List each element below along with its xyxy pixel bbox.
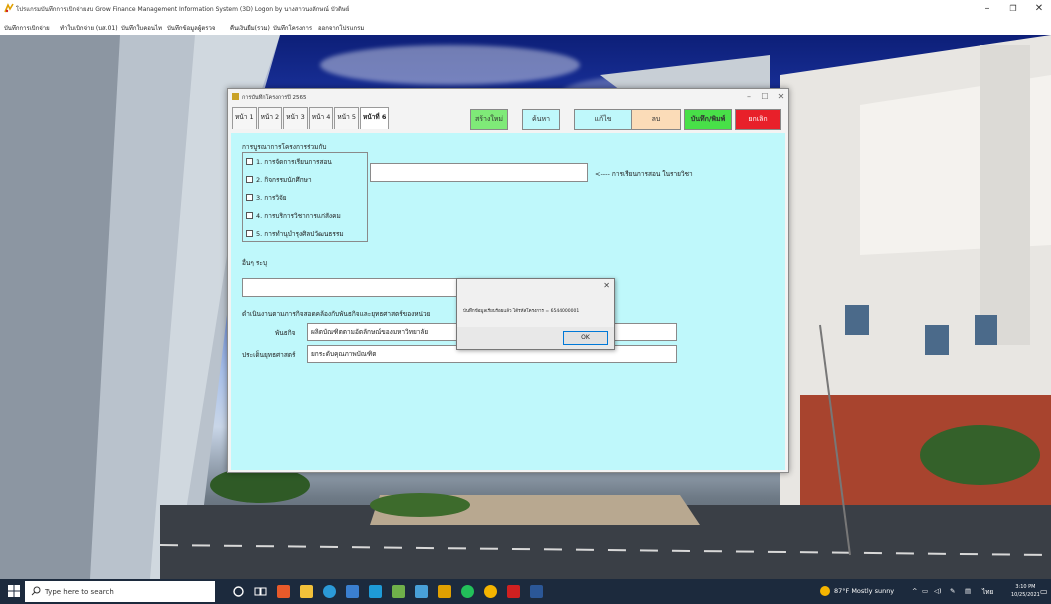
app-menubar: บันทึกการเบิกจ่าย ทำใบเบิกจ่าย (บส.01) บ… (0, 19, 1051, 35)
finance-app-icon[interactable] (438, 585, 451, 598)
menu-item-disbursement[interactable]: บันทึกการเบิกจ่าย (4, 23, 50, 33)
taskbar: Type here to search 87°F Mostly sunny ^ … (0, 579, 1051, 604)
checkbox-label: 3. การวิจัย (256, 194, 287, 202)
tab-page-2[interactable]: หน้า 2 (257, 107, 283, 129)
message-box: ✕ บันทึกข้อมูลเรียบร้อยแล้ว ได้รหัสโครงก… (456, 278, 615, 350)
tray-chevron-icon[interactable]: ^ (912, 587, 917, 595)
integration-checkbox-group: 1. การจัดการเรียนการสอน 2. กิจกรรมนักศึก… (242, 152, 368, 242)
save-print-button[interactable]: บันทึก/พิมพ์ (684, 109, 732, 130)
word-icon[interactable] (530, 585, 543, 598)
language-indicator[interactable]: ไทย (982, 587, 993, 597)
checkbox-arts-culture[interactable]: 5. การทำนุบำรุงศิลปวัฒนธรรม (246, 229, 344, 239)
store-icon[interactable] (346, 585, 359, 598)
app-titlebar: โปรแกรมบันทึกการเบิกจ่ายงบ Grow Finance … (0, 0, 1051, 19)
checkbox-label: 1. การจัดการเรียนการสอน (256, 158, 332, 166)
checkbox-student-activities[interactable]: 2. กิจกรรมนักศึกษา (246, 175, 312, 185)
edge-icon[interactable] (323, 585, 336, 598)
line-icon[interactable] (461, 585, 474, 598)
dialog-title: การบันทึกโครงการปี 2565 (242, 95, 307, 101)
checkbox-research[interactable]: 3. การวิจัย (246, 193, 287, 203)
office-icon[interactable] (277, 585, 290, 598)
checkbox-box[interactable] (246, 176, 253, 183)
dialog-app-icon (232, 93, 239, 100)
app-logo-icon (4, 3, 14, 13)
cortana-icon[interactable] (232, 585, 245, 598)
menu-item-project[interactable]: บันทึกโครงการ (273, 23, 312, 33)
dialog-minimize-button[interactable]: – (742, 91, 756, 103)
checkbox-label: 5. การทำนุบำรุงศิลปวัฒนธรรม (256, 230, 344, 238)
cancel-button[interactable]: ยกเลิก (735, 109, 781, 130)
windows-start-icon[interactable] (8, 585, 20, 597)
checkbox-teaching[interactable]: 1. การจัดการเรียนการสอน (246, 157, 332, 167)
course-input[interactable] (370, 163, 588, 182)
search-placeholder: Type here to search (45, 588, 114, 596)
checkbox-box[interactable] (246, 158, 253, 165)
search-icon (31, 586, 41, 596)
menu-item-exit[interactable]: ออกจากโปรแกรม (318, 23, 364, 33)
maximize-button[interactable]: ❐ (1004, 2, 1022, 16)
tab-page-6[interactable]: หน้าที่ 6 (359, 107, 390, 129)
close-button[interactable]: ✕ (1030, 2, 1048, 16)
grow-finance-icon[interactable] (507, 585, 520, 598)
chrome-icon[interactable] (484, 585, 497, 598)
other-label: อื่นๆ ระบุ (242, 259, 268, 267)
checkbox-box[interactable] (246, 230, 253, 237)
photos-icon[interactable] (415, 585, 428, 598)
menu-item-voucher[interactable]: ทำใบเบิกจ่าย (บส.01) (60, 23, 118, 33)
weather-sun-icon (820, 586, 830, 596)
delete-button[interactable]: ลบ (631, 109, 681, 130)
create-new-button[interactable]: สร้างใหม่ (470, 109, 508, 130)
strategy-label: ประเด็นยุทธศาสตร์ (242, 351, 296, 359)
mail-icon[interactable] (369, 585, 382, 598)
keyboard-icon[interactable]: ▤ (965, 587, 971, 595)
network-icon[interactable]: ▭ (922, 587, 928, 595)
checkbox-label: 2. กิจกรรมนักศึกษา (256, 176, 312, 184)
integration-label: การบูรณาการโครงการร่วมกับ (242, 143, 327, 151)
ok-button[interactable]: OK (563, 331, 608, 345)
edit-button[interactable]: แก้ไข (574, 109, 632, 130)
task-view-icon[interactable] (254, 585, 267, 598)
file-explorer-icon[interactable] (300, 585, 313, 598)
minimize-button[interactable]: – (978, 2, 996, 16)
clock[interactable]: 3:10 PM 10/25/2021 (1011, 583, 1040, 599)
app-title: โปรแกรมบันทึกการเบิกจ่ายงบ Grow Finance … (16, 6, 350, 13)
page-tabs: หน้า 1 หน้า 2 หน้า 3 หน้า 4 หน้า 5 หน้าท… (232, 107, 390, 129)
mission-intro-label: ดำเนินงานตามภารกิจสอดคล้องกับพันธกิจและย… (242, 310, 431, 318)
weather-text[interactable]: 87°F Mostly sunny (834, 587, 894, 595)
menu-item-inspector[interactable]: บันทึกข้อมูลผู้ตรวจ (167, 23, 215, 33)
menu-item-refund[interactable]: คืนเงินยืม(รวม) (230, 23, 270, 33)
message-close-icon[interactable]: ✕ (603, 281, 610, 290)
tab-page-3[interactable]: หน้า 3 (283, 107, 308, 129)
volume-icon[interactable]: ◁) (934, 587, 942, 595)
pen-icon[interactable]: ✎ (950, 587, 955, 595)
dialog-titlebar: การบันทึกโครงการปี 2565 – ☐ ✕ (228, 89, 788, 105)
checkbox-label: 4. การบริการวิชาการแก่สังคม (256, 212, 341, 220)
dialog-maximize-button[interactable]: ☐ (758, 91, 772, 103)
search-button[interactable]: ค้นหา (522, 109, 560, 130)
clock-time: 3:10 PM (1015, 584, 1036, 590)
checkbox-box[interactable] (246, 212, 253, 219)
tab-page-4[interactable]: หน้า 4 (308, 107, 334, 129)
other-input[interactable] (242, 278, 464, 297)
checkbox-box[interactable] (246, 194, 253, 201)
tab-page-5[interactable]: หน้า 5 (334, 107, 359, 129)
mission-label: พันธกิจ (275, 329, 296, 337)
notification-icon[interactable]: ▭ (1040, 587, 1048, 596)
clock-date: 10/25/2021 (1011, 592, 1040, 598)
checkbox-academic-service[interactable]: 4. การบริการวิชาการแก่สังคม (246, 211, 341, 221)
course-hint: <---- การเรียนการสอน ในรายวิชา (595, 170, 693, 178)
message-text: บันทึกข้อมูลเรียบร้อยแล้ว ได้รหัสโครงการ… (463, 309, 580, 314)
menu-item-receipt[interactable]: บันทึกใบคอนไท (121, 23, 162, 33)
tab-page-1[interactable]: หน้า 1 (232, 107, 257, 129)
taskbar-search-box[interactable]: Type here to search (25, 581, 215, 602)
dialog-close-button[interactable]: ✕ (774, 91, 788, 103)
app-icon[interactable] (392, 585, 405, 598)
